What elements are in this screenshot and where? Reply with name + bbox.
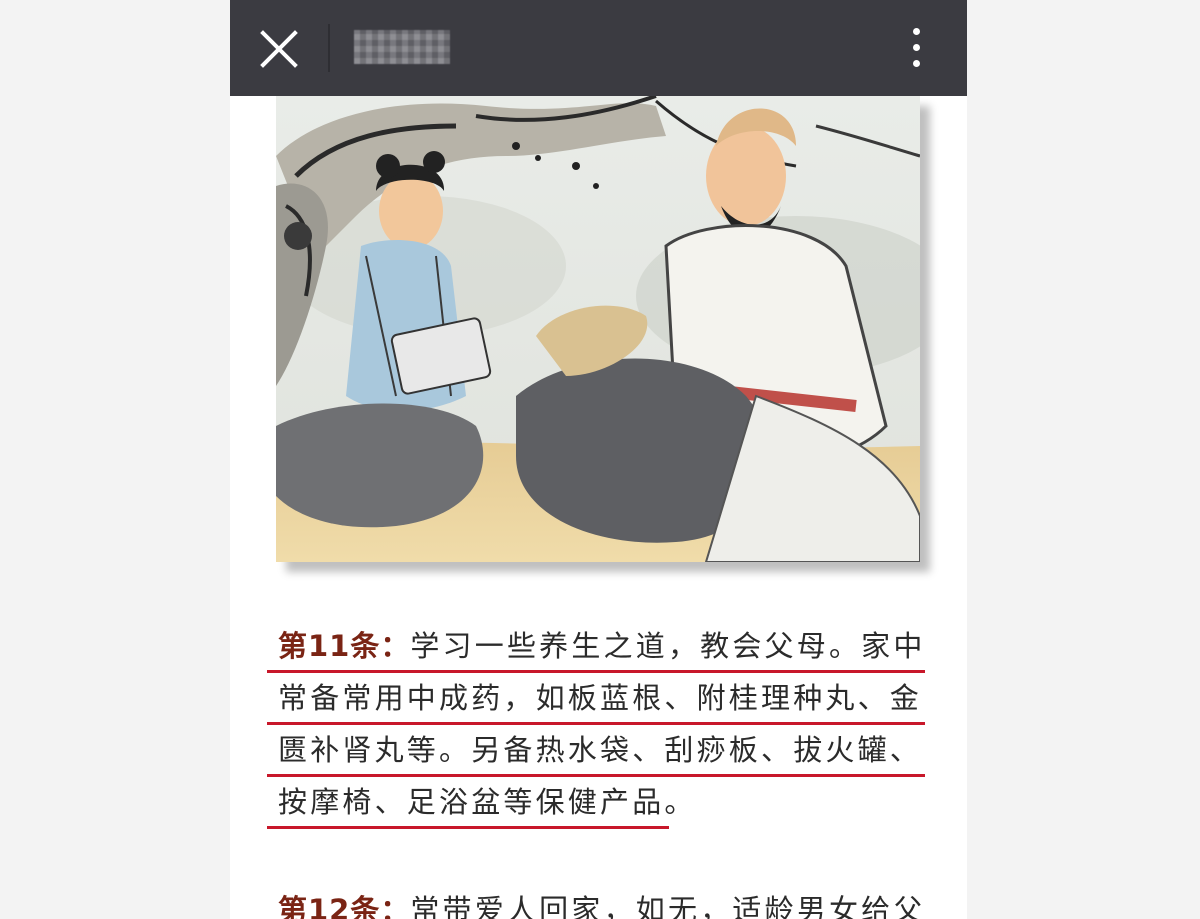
vertical-ellipsis-icon (913, 44, 920, 51)
vertical-ellipsis-icon (913, 28, 920, 35)
red-underline (267, 774, 925, 777)
more-options-button[interactable] (902, 26, 932, 70)
item-11-text-4: 按摩椅、足浴盆等保健产品。 (278, 785, 697, 819)
item-11-line-2: 常备常用中成药，如板蓝根、附桂理种丸、金 (267, 676, 938, 728)
article-viewer: 第11条：学习一些养生之道，教会父母。家中 常备常用中成药，如板蓝根、附桂理种丸… (230, 0, 967, 919)
top-navigation-bar (230, 0, 967, 96)
close-button[interactable] (258, 28, 300, 70)
toolbar-divider (328, 24, 330, 72)
close-icon (260, 30, 298, 68)
item-11-text-3: 匮补肾丸等。另备热水袋、刮痧板、拔火罐、 (278, 733, 923, 767)
article-item-12: 第12条：常带爱人回家，如无，适龄男女给父 (278, 888, 938, 919)
red-underline (267, 826, 669, 829)
article-content: 第11条：学习一些养生之道，教会父母。家中 常备常用中成药，如板蓝根、附桂理种丸… (230, 0, 967, 919)
item-11-label: 第11条： (278, 629, 411, 663)
item-11-line-4: 按摩椅、足浴盆等保健产品。 (267, 780, 938, 832)
article-item-11: 第11条：学习一些养生之道，教会父母。家中 常备常用中成药，如板蓝根、附桂理种丸… (267, 624, 938, 832)
item-12-text-1: 常带爱人回家，如无，适龄男女给父 (410, 893, 926, 919)
item-11-line-3: 匮补肾丸等。另备热水袋、刮痧板、拔火罐、 (267, 728, 938, 780)
red-underline (267, 670, 925, 673)
blurred-account-title (354, 30, 450, 64)
item-12-label: 第12条： (278, 893, 411, 919)
item-11-line-1: 第11条：学习一些养生之道，教会父母。家中 (267, 624, 938, 676)
vertical-ellipsis-icon (913, 60, 920, 67)
red-underline (267, 722, 925, 725)
item-11-text-1: 学习一些养生之道，教会父母。家中 (410, 629, 926, 663)
article-illustration (276, 96, 920, 562)
item-11-text-2: 常备常用中成药，如板蓝根、附桂理种丸、金 (278, 681, 923, 715)
item-12-line-1: 第12条：常带爱人回家，如无，适龄男女给父 (278, 888, 938, 919)
ink-painting-image (276, 96, 920, 562)
